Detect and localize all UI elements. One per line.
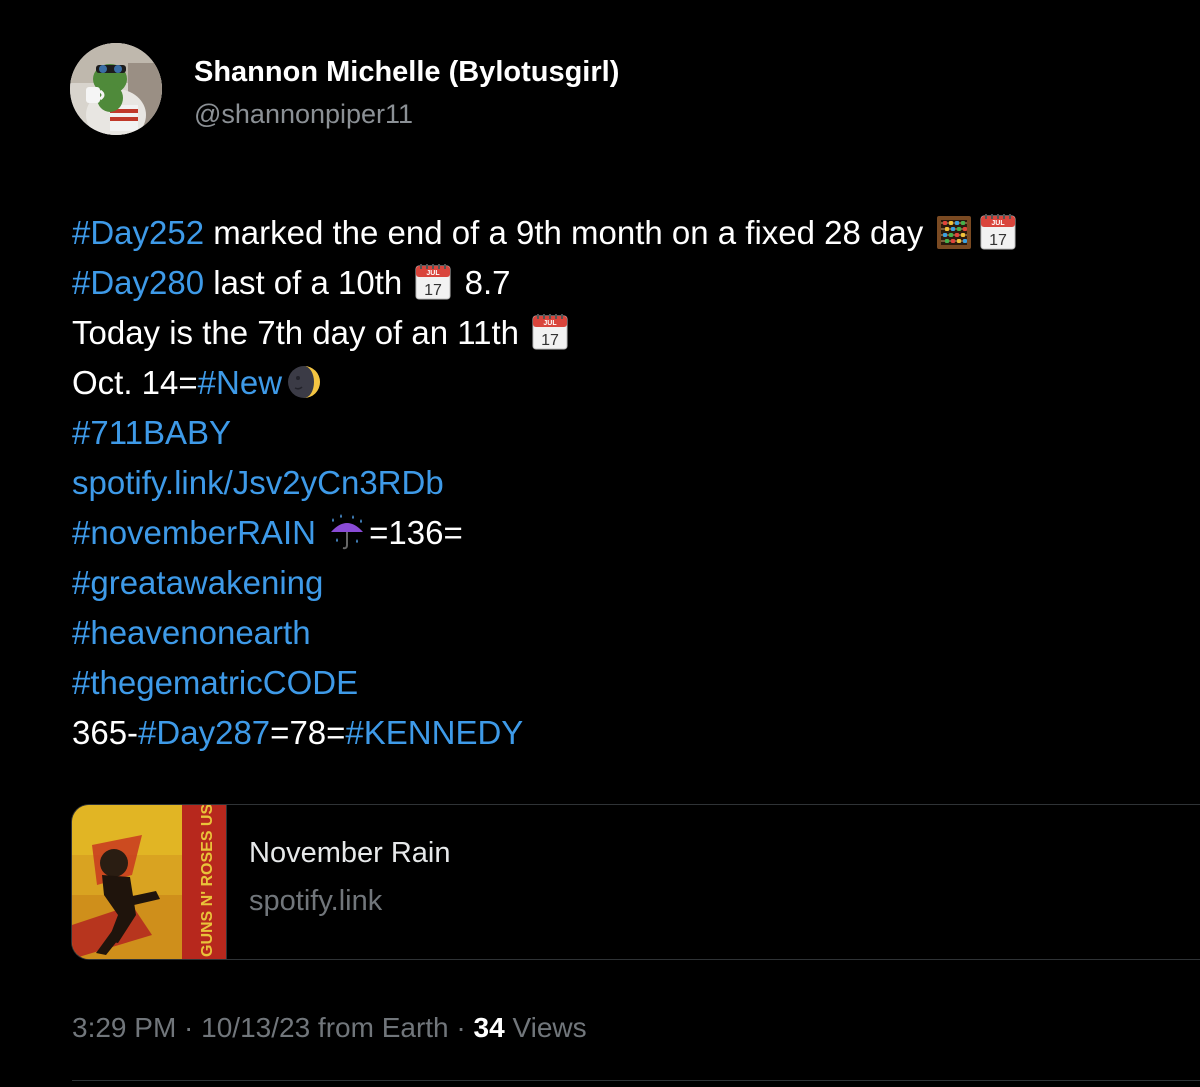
- album-cover-thumbnail: GUNS N' ROSES USE YOUR ILLUSION I: [72, 805, 227, 959]
- tweet-text-segment: [316, 514, 325, 551]
- hashtag-link[interactable]: #heavenonearth: [72, 614, 311, 651]
- card-domain: spotify.link: [249, 885, 383, 917]
- tweet-text-segment: 365-: [72, 714, 139, 751]
- avatar[interactable]: [70, 43, 162, 135]
- bottom-divider: [72, 1080, 1200, 1081]
- tweet-text-segment: marked the end of a 9th month on a fixed…: [204, 214, 933, 251]
- tweet-line: #711BABY: [72, 408, 1172, 458]
- display-name[interactable]: Shannon Michelle (Bylotusgirl): [194, 56, 619, 89]
- views-label: Views: [504, 1012, 587, 1043]
- link-card[interactable]: GUNS N' ROSES USE YOUR ILLUSION I Novemb…: [71, 804, 1200, 960]
- tweet-text-segment: =136=: [369, 514, 463, 551]
- new-moon-face-icon: [288, 366, 321, 399]
- hashtag-link[interactable]: #711BABY: [72, 414, 231, 451]
- hashtag-link[interactable]: #Day280: [72, 264, 204, 301]
- calendar-icon: JUL 17: [532, 314, 568, 350]
- tweet-line: spotify.link/Jsv2yCn3RDb: [72, 458, 1172, 508]
- umbrella-rain-icon: [331, 514, 364, 550]
- calendar-icon: JUL 17: [415, 264, 451, 300]
- tweet-text-segment: =78=: [270, 714, 346, 751]
- abacus-icon: [937, 216, 972, 250]
- tweet-line: #thegematricCODE: [72, 658, 1172, 708]
- album-cover-text: GUNS N' ROSES USE YOUR ILLUSION I: [199, 805, 216, 957]
- handle[interactable]: @shannonpiper11: [194, 99, 413, 130]
- tweet-text-segment: Today is the 7th day of an 11th: [72, 314, 529, 351]
- tweet: Shannon Michelle (Bylotusgirl) @shannonp…: [0, 0, 1200, 1087]
- hashtag-link[interactable]: #greatawakening: [72, 564, 323, 601]
- tweet-text-segment: last of a 10th: [204, 264, 412, 301]
- hashtag-link[interactable]: #thegematricCODE: [72, 664, 358, 701]
- tweet-line: #novemberRAIN =136=: [72, 508, 1172, 558]
- svg-text:JUL: JUL: [544, 320, 558, 327]
- tweet-line: #Day252 marked the end of a 9th month on…: [72, 208, 1172, 258]
- tweet-metadata: 3:29 PM · 10/13/23 from Earth · 34 Views: [72, 1012, 587, 1044]
- hashtag-link[interactable]: #Day252: [72, 214, 204, 251]
- hashtag-link[interactable]: #KENNEDY: [345, 714, 523, 751]
- tweet-line: Oct. 14=#New: [72, 358, 1172, 408]
- tweet-line: Today is the 7th day of an 11th JUL 17: [72, 308, 1172, 358]
- hashtag-link[interactable]: #Day287: [138, 714, 270, 751]
- svg-text:JUL: JUL: [992, 220, 1006, 227]
- tweet-line: #greatawakening: [72, 558, 1172, 608]
- tweet-text-segment: Oct. 14=: [72, 364, 198, 401]
- svg-text:17: 17: [425, 282, 443, 299]
- hashtag-link[interactable]: #New: [198, 364, 282, 401]
- tweet-text: #Day252 marked the end of a 9th month on…: [72, 208, 1172, 758]
- svg-text:17: 17: [541, 332, 559, 349]
- tweet-line: #heavenonearth: [72, 608, 1172, 658]
- svg-text:17: 17: [990, 232, 1008, 249]
- tweet-line: #Day280 last of a 10th JUL 17 8.7: [72, 258, 1172, 308]
- svg-text:JUL: JUL: [427, 270, 441, 277]
- tweet-line: 365-#Day287=78=#KENNEDY: [72, 708, 1172, 758]
- card-title: November Rain: [249, 837, 451, 869]
- calendar-icon: JUL 17: [980, 214, 1016, 250]
- hashtag-link[interactable]: #novemberRAIN: [72, 514, 316, 551]
- timestamp[interactable]: 3:29 PM · 10/13/23 from Earth ·: [72, 1012, 474, 1043]
- url-link[interactable]: spotify.link/Jsv2yCn3RDb: [72, 464, 444, 501]
- avatar-image: [70, 43, 162, 135]
- views-count: 34: [473, 1012, 505, 1043]
- tweet-text-segment: 8.7: [455, 264, 511, 301]
